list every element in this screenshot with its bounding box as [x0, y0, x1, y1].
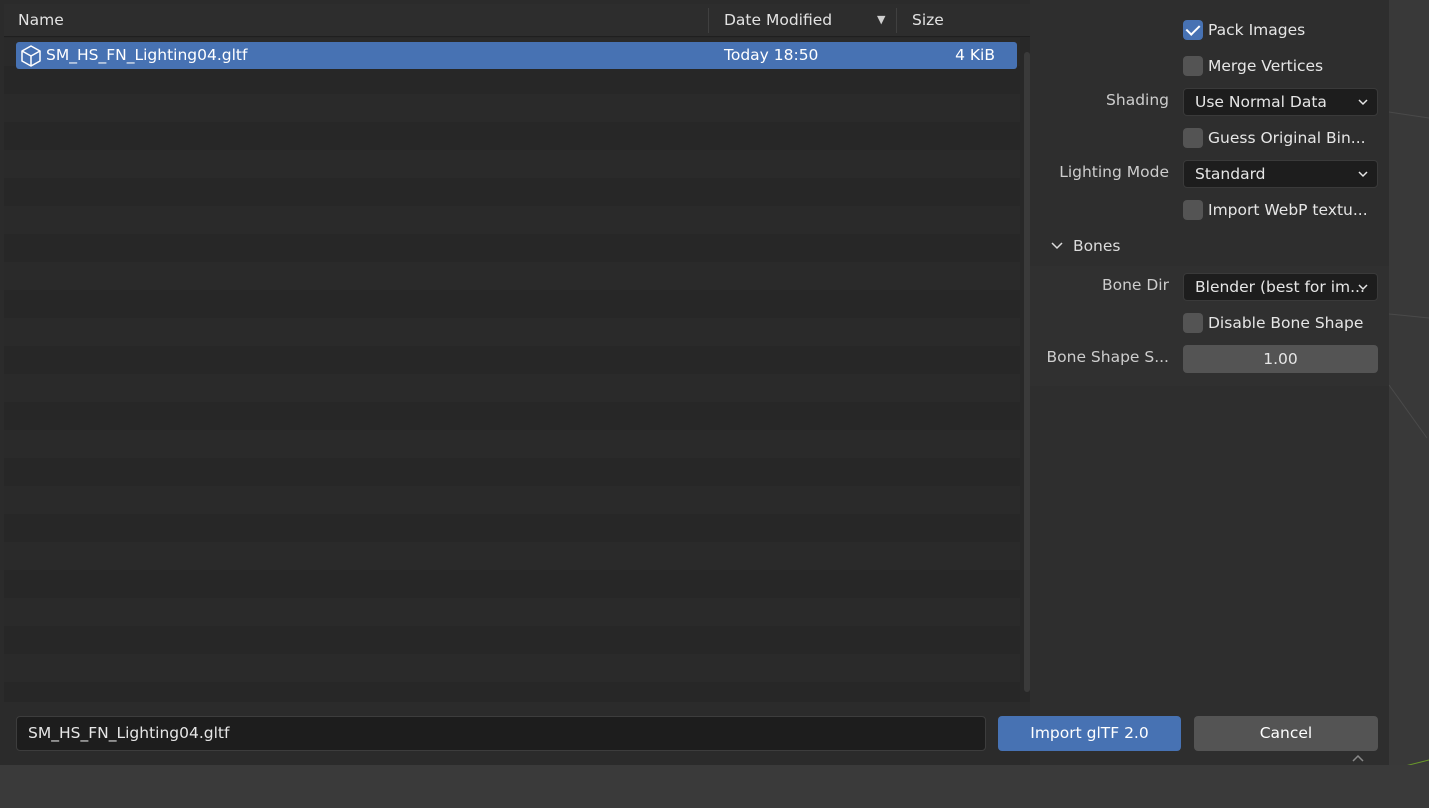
checkbox-unchecked-icon[interactable]	[1183, 313, 1203, 333]
file-name: SM_HS_FN_Lighting04.gltf	[46, 46, 248, 64]
column-header-date[interactable]: Date Modified	[724, 4, 832, 37]
pack-images-checkbox[interactable]: Pack Images	[1183, 19, 1305, 41]
guess-original-bind-checkbox[interactable]: Guess Original Bin...	[1183, 127, 1366, 149]
chevron-up-icon[interactable]	[1350, 752, 1366, 766]
checkbox-unchecked-icon[interactable]	[1183, 200, 1203, 220]
bones-section-header[interactable]: Bones	[1050, 235, 1121, 257]
bone-dir-value: Blender (best for im...	[1195, 278, 1365, 296]
shading-dropdown[interactable]: Use Normal Data	[1183, 88, 1378, 116]
merge-vertices-checkbox[interactable]: Merge Vertices	[1183, 55, 1323, 77]
merge-vertices-label: Merge Vertices	[1208, 57, 1324, 75]
import-button[interactable]: Import glTF 2.0	[998, 716, 1181, 751]
pack-images-label: Pack Images	[1208, 21, 1306, 39]
bone-shape-scale-label: Bone Shape S...	[1046, 348, 1170, 366]
checkbox-checked-icon[interactable]	[1183, 20, 1203, 40]
bone-dir-label: Bone Dir	[1101, 276, 1169, 294]
column-header-size[interactable]: Size	[912, 4, 944, 37]
chevron-down-icon	[1358, 284, 1368, 291]
disable-bone-shape-checkbox[interactable]: Disable Bone Shape	[1183, 312, 1363, 334]
disable-bone-shape-label: Disable Bone Shape	[1208, 314, 1364, 332]
lighting-mode-value: Standard	[1195, 165, 1266, 183]
import-webp-label: Import WebP textu...	[1208, 201, 1368, 219]
bones-section-label: Bones	[1072, 237, 1121, 255]
cube-icon	[21, 45, 41, 67]
viewport-gridlines	[1389, 111, 1429, 771]
column-separator[interactable]	[708, 8, 709, 33]
column-separator[interactable]	[896, 8, 897, 33]
file-date: Today 18:50	[724, 46, 819, 64]
column-header-name[interactable]: Name	[18, 4, 64, 37]
file-browser-dialog: Name Date Modified ▼ Size SM_HS_FN_Light…	[0, 0, 1389, 765]
file-row-selected[interactable]: SM_HS_FN_Lighting04.gltf Today 18:50 4 K…	[16, 42, 1017, 69]
cancel-button[interactable]: Cancel	[1194, 716, 1378, 751]
filename-input[interactable]: SM_HS_FN_Lighting04.gltf	[16, 716, 986, 751]
file-size: 4 KiB	[955, 46, 995, 64]
checkbox-unchecked-icon[interactable]	[1183, 128, 1203, 148]
chevron-down-icon	[1051, 242, 1063, 250]
status-bar	[0, 765, 1429, 808]
chevron-down-icon	[1358, 99, 1368, 106]
bones-section-body: Bone Dir Blender (best for im... Disable…	[1030, 266, 1389, 386]
file-list-header: Name Date Modified ▼ Size	[4, 4, 1030, 37]
checkbox-unchecked-icon[interactable]	[1183, 56, 1203, 76]
sort-descending-icon[interactable]: ▼	[877, 4, 885, 37]
file-rows: SM_HS_FN_Lighting04.gltf Today 18:50 4 K…	[4, 38, 1020, 702]
lighting-mode-label: Lighting Mode	[1059, 163, 1169, 181]
shading-value: Use Normal Data	[1195, 93, 1327, 111]
lighting-mode-dropdown[interactable]: Standard	[1183, 160, 1378, 188]
bone-shape-scale-field[interactable]: 1.00	[1183, 345, 1378, 373]
viewport-background	[1389, 0, 1429, 808]
file-list: Name Date Modified ▼ Size SM_HS_FN_Light…	[4, 4, 1030, 702]
shading-label: Shading	[1106, 91, 1169, 109]
import-webp-checkbox[interactable]: Import WebP textu...	[1183, 199, 1368, 221]
guess-original-bind-label: Guess Original Bin...	[1208, 129, 1366, 147]
bone-dir-dropdown[interactable]: Blender (best for im...	[1183, 273, 1378, 301]
chevron-down-icon	[1358, 171, 1368, 178]
import-options-panel: Pack Images Merge Vertices Shading Use N…	[1030, 0, 1389, 765]
